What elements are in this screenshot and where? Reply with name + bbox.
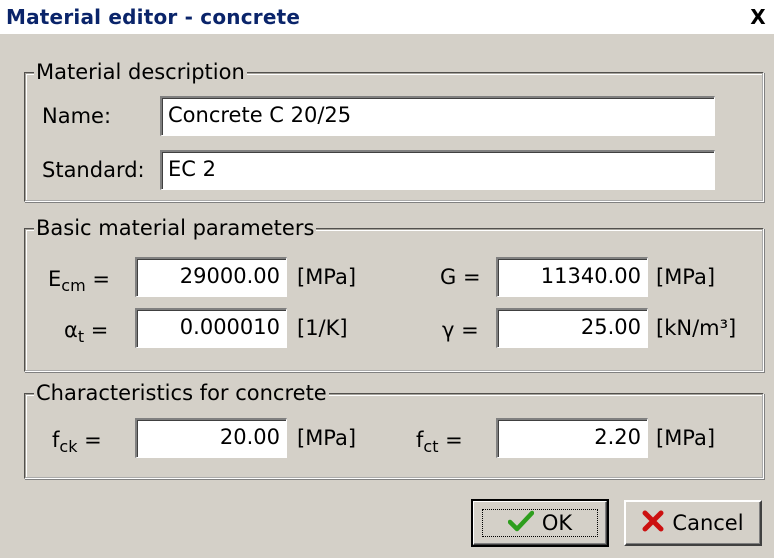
fct-unit: [MPa]	[656, 426, 716, 450]
fck-unit: [MPa]	[297, 426, 357, 450]
g-unit: [MPa]	[656, 265, 716, 289]
ok-label: OK	[541, 511, 573, 535]
alpha-unit: [1/K]	[297, 316, 348, 340]
fct-label: fct =	[416, 428, 463, 456]
basic-parameters-legend: Basic material parameters	[34, 216, 317, 240]
g-label: G =	[440, 265, 481, 289]
gamma-unit: [kN/m³]	[656, 316, 737, 340]
ecm-unit: [MPa]	[297, 265, 357, 289]
window-title: Material editor - concrete	[6, 5, 301, 29]
gamma-input[interactable]: 25.00	[496, 308, 648, 348]
alpha-label: αt =	[64, 318, 109, 346]
checkmark-icon	[507, 510, 535, 537]
standard-input[interactable]: EC 2	[160, 150, 715, 190]
ecm-input[interactable]: 29000.00	[135, 257, 287, 297]
fct-input[interactable]: 2.20	[496, 418, 648, 458]
g-input[interactable]: 11340.00	[496, 257, 648, 297]
cancel-x-icon	[642, 510, 664, 537]
standard-label: Standard:	[42, 158, 145, 182]
gamma-label: γ =	[442, 318, 479, 342]
cancel-button[interactable]: Cancel	[624, 500, 762, 546]
ecm-label: Ecm =	[48, 267, 110, 295]
fck-input[interactable]: 20.00	[135, 418, 287, 458]
material-description-legend: Material description	[34, 60, 247, 84]
ok-button[interactable]: OK	[471, 499, 609, 547]
title-bar: Material editor - concrete X	[0, 0, 774, 34]
cancel-label: Cancel	[672, 511, 744, 535]
alpha-input[interactable]: 0.000010	[135, 308, 287, 348]
close-button[interactable]: X	[746, 6, 770, 28]
basic-parameters-group: Basic material parameters	[24, 216, 764, 372]
close-icon: X	[750, 5, 766, 29]
focus-rect	[482, 509, 598, 537]
fck-label: fck =	[52, 428, 102, 456]
name-label: Name:	[42, 104, 112, 128]
name-input[interactable]: Concrete C 20/25	[160, 96, 715, 136]
characteristics-legend: Characteristics for concrete	[34, 381, 329, 405]
